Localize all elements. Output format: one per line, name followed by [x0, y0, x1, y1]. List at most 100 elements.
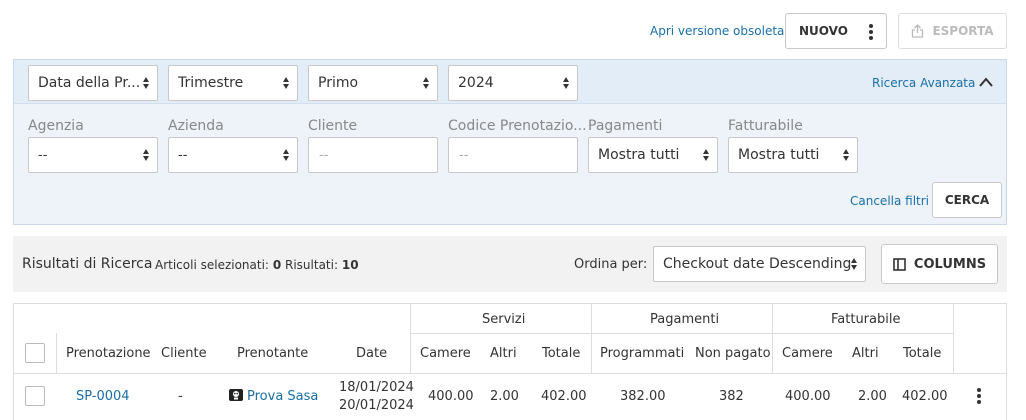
column-header-booking[interactable]: Prenotazione: [66, 346, 151, 361]
results-count-value: 10: [341, 258, 359, 272]
billable-select-value: Mostra tutti: [738, 147, 820, 163]
table-divider: [56, 333, 57, 373]
select-arrows-icon: [423, 77, 429, 89]
column-header-total[interactable]: Totale: [542, 346, 580, 361]
selected-items-label: Articoli selezionati:: [155, 258, 269, 272]
more-vertical-icon[interactable]: [869, 24, 873, 40]
booking-code-input[interactable]: --: [448, 137, 578, 173]
booking-code-label: Codice Prenotazio...: [448, 118, 587, 134]
new-button[interactable]: NUOVO: [785, 13, 887, 49]
column-header-others[interactable]: Altri: [490, 346, 517, 361]
export-button[interactable]: ESPORTA: [898, 13, 1007, 49]
column-header-scheduled[interactable]: Programmati: [600, 346, 684, 361]
row-date-from: 18/01/2024: [339, 380, 414, 395]
payments-select[interactable]: Mostra tutti: [588, 137, 718, 173]
row-billable-total: 402.00: [902, 389, 948, 404]
column-header-unpaid[interactable]: Non pagato: [695, 346, 771, 361]
row-checkbox[interactable]: [25, 386, 45, 406]
period-value-select[interactable]: Primo: [308, 65, 438, 101]
results-count-info: Risultati: 10: [285, 258, 359, 272]
agency-select-value: --: [38, 147, 48, 163]
column-header-rooms[interactable]: Camere: [420, 346, 471, 361]
order-by-label: Ordina per:: [574, 257, 648, 272]
company-label: Azienda: [168, 118, 224, 134]
column-header-billable-rooms[interactable]: Camere: [782, 346, 833, 361]
row-actions-icon[interactable]: [977, 388, 981, 404]
columns-button[interactable]: COLUMNS: [881, 244, 998, 284]
table-divider: [14, 373, 1006, 374]
columns-icon: [893, 257, 906, 271]
company-select[interactable]: --: [168, 137, 298, 173]
booker-name: Prova Sasa: [247, 389, 319, 404]
advanced-search-toggle[interactable]: Ricerca Avanzata: [872, 76, 975, 90]
table-divider: [410, 333, 953, 334]
select-arrows-icon: [143, 149, 149, 161]
clear-filters-link[interactable]: Cancella filtri: [850, 194, 929, 208]
filter-panel: Data della Pr... Trimestre Primo 2024 Ri…: [13, 59, 1007, 225]
user-avatar-icon: [229, 389, 243, 401]
select-arrows-icon: [563, 77, 569, 89]
date-field-select[interactable]: Data della Pr...: [28, 65, 158, 101]
payments-select-value: Mostra tutti: [598, 147, 680, 163]
booking-code-input-placeholder: --: [459, 147, 469, 163]
row-unpaid: 382: [719, 389, 744, 404]
search-button[interactable]: CERCA: [932, 182, 1002, 218]
table-divider: [410, 304, 411, 373]
period-type-select[interactable]: Trimestre: [168, 65, 298, 101]
results-title: Risultati di Ricerca: [22, 256, 153, 272]
table-divider: [953, 304, 954, 373]
columns-button-label: COLUMNS: [913, 256, 987, 272]
agency-select[interactable]: --: [28, 137, 158, 173]
search-button-label: CERCA: [944, 193, 990, 207]
row-rooms: 400.00: [428, 389, 474, 404]
select-arrows-icon: [703, 149, 709, 161]
select-all-checkbox[interactable]: [25, 343, 45, 363]
column-header-billable-others[interactable]: Altri: [852, 346, 879, 361]
selected-items-info: Articoli selezionati: 0: [155, 258, 281, 272]
table-divider: [772, 304, 773, 373]
client-input[interactable]: --: [308, 137, 438, 173]
year-select[interactable]: 2024: [448, 65, 578, 101]
top-toolbar: Apri versione obsoleta NUOVO ESPORTA: [0, 13, 1026, 49]
select-arrows-icon: [843, 149, 849, 161]
selected-items-count: 0: [272, 258, 282, 272]
select-arrows-icon: [851, 258, 857, 270]
new-button-label: NUOVO: [799, 24, 848, 38]
payments-label: Pagamenti: [588, 118, 663, 134]
chevron-up-icon[interactable]: [978, 76, 994, 88]
order-by-select[interactable]: Checkout date Descending: [653, 246, 866, 282]
select-arrows-icon: [283, 149, 289, 161]
order-by-select-value: Checkout date Descending: [663, 256, 852, 272]
group-header-billable: Fatturabile: [831, 312, 901, 327]
row-scheduled: 382.00: [620, 389, 666, 404]
year-select-value: 2024: [458, 75, 494, 91]
row-client: -: [178, 389, 183, 404]
agency-label: Agenzia: [28, 118, 84, 134]
client-input-placeholder: --: [319, 147, 329, 163]
period-value-select-value: Primo: [318, 75, 359, 91]
billable-label: Fatturabile: [728, 118, 803, 134]
booker-link[interactable]: Prova Sasa: [229, 389, 318, 404]
row-billable-rooms: 400.00: [785, 389, 831, 404]
booking-code-link[interactable]: SP-0004: [76, 389, 130, 404]
period-type-select-value: Trimestre: [178, 75, 244, 91]
select-arrows-icon: [143, 77, 149, 89]
select-arrows-icon: [283, 77, 289, 89]
results-bar: Risultati di Ricerca Articoli selezionat…: [13, 236, 1007, 292]
column-header-booker[interactable]: Prenotante: [237, 346, 308, 361]
table-divider: [591, 304, 592, 373]
row-others: 2.00: [490, 389, 519, 404]
column-header-billable-total[interactable]: Totale: [903, 346, 941, 361]
group-header-services: Servizi: [482, 312, 526, 327]
date-field-select-value: Data della Pr...: [38, 75, 141, 91]
client-label: Cliente: [308, 118, 358, 134]
billable-select[interactable]: Mostra tutti: [728, 137, 858, 173]
group-header-payments: Pagamenti: [650, 312, 720, 327]
column-header-client[interactable]: Cliente: [161, 346, 207, 361]
row-date-to: 20/01/2024: [339, 398, 414, 413]
results-table: Servizi Pagamenti Fatturabile Prenotazio…: [13, 303, 1007, 420]
open-obsolete-version-link[interactable]: Apri versione obsoleta: [650, 24, 784, 38]
column-header-date[interactable]: Date: [356, 346, 387, 361]
export-button-label: ESPORTA: [932, 24, 994, 38]
company-select-value: --: [178, 147, 188, 163]
